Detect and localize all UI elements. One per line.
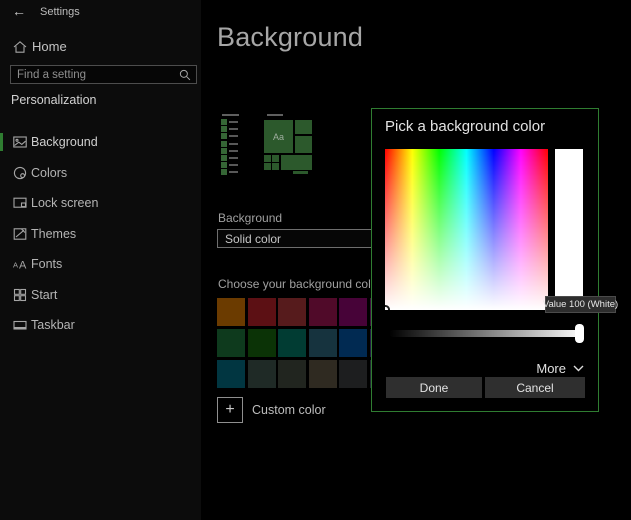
- preview-tile: [264, 155, 271, 162]
- selected-accent-bar: [0, 133, 3, 151]
- choose-color-label: Choose your background color: [218, 277, 382, 291]
- home-icon: [12, 39, 28, 55]
- spectrum-selection-ring[interactable]: [385, 305, 390, 310]
- window-title: Settings: [40, 6, 80, 18]
- page-title: Background: [217, 22, 364, 52]
- color-swatch[interactable]: [339, 298, 367, 326]
- sidebar-item-label: Themes: [31, 226, 77, 241]
- sidebar-item-colors[interactable]: Colors: [0, 159, 201, 187]
- preview-tile-aa: Aa: [264, 120, 293, 153]
- more-label: More: [536, 360, 566, 376]
- sidebar-item-label: Background: [31, 135, 98, 149]
- color-swatch[interactable]: [247, 298, 276, 326]
- sidebar-item-background[interactable]: Background: [0, 128, 201, 156]
- color-swatch[interactable]: [278, 329, 306, 357]
- background-section-label: Background: [218, 211, 283, 225]
- preview-header-line: [222, 114, 239, 116]
- preview-tile: [264, 163, 271, 170]
- preview-app-list-row: [221, 154, 238, 161]
- search-input[interactable]: [17, 66, 172, 83]
- preview-app-list-row: [221, 169, 238, 176]
- sidebar-item-lock-screen[interactable]: Lock screen: [0, 189, 201, 217]
- preview-tile: [293, 171, 308, 174]
- done-button[interactable]: Done: [386, 377, 482, 398]
- section-header: Personalization: [11, 93, 97, 107]
- color-swatch[interactable]: [217, 298, 245, 326]
- color-spectrum[interactable]: [385, 149, 548, 310]
- preview-app-list-row: [221, 140, 238, 147]
- sidebar-item-label: Taskbar: [31, 318, 75, 332]
- color-swatch[interactable]: [278, 360, 306, 388]
- value-preview-strip[interactable]: [555, 149, 583, 310]
- themes-icon: [12, 226, 28, 242]
- sidebar-item-label: Lock screen: [31, 196, 99, 210]
- back-arrow-icon: ←: [12, 3, 26, 19]
- color-swatch[interactable]: [278, 298, 306, 326]
- preview-tile: [281, 155, 312, 170]
- sidebar-item-label: Home: [32, 39, 67, 54]
- start-menu-preview: Aa: [264, 120, 312, 175]
- custom-color-label: Custom color: [252, 403, 326, 417]
- color-swatch[interactable]: [308, 329, 337, 357]
- preview-header-line: [267, 114, 283, 116]
- sidebar-item-label: Fonts: [31, 257, 63, 271]
- preview-app-list-row: [221, 133, 238, 140]
- value-slider-thumb[interactable]: [575, 324, 584, 343]
- sidebar-item-start[interactable]: Start: [0, 281, 201, 309]
- color-swatch[interactable]: [339, 329, 367, 357]
- color-swatch[interactable]: [339, 360, 367, 388]
- plus-icon: +: [225, 401, 235, 418]
- svg-text:A: A: [19, 260, 27, 272]
- preview-app-list-row: [221, 162, 238, 169]
- taskbar-icon: [12, 317, 28, 333]
- start-grid-icon: [12, 287, 28, 303]
- sidebar-item-label: Start: [31, 287, 58, 302]
- search-icon[interactable]: [178, 68, 192, 82]
- sidebar-item-label: Colors: [31, 165, 68, 180]
- more-button[interactable]: More: [536, 360, 584, 376]
- preview-app-list-row: [221, 147, 238, 154]
- sidebar-item-taskbar[interactable]: Taskbar: [0, 311, 201, 339]
- color-swatch[interactable]: [247, 360, 276, 388]
- chevron-down-icon: [573, 365, 584, 371]
- sidebar-nav: Background Colors Lock screen Themes A A…: [0, 128, 201, 342]
- color-swatch[interactable]: [217, 329, 245, 357]
- sidebar-item-themes[interactable]: Themes: [0, 220, 201, 248]
- fonts-icon: AA: [12, 256, 28, 272]
- svg-text:A: A: [13, 261, 18, 270]
- color-swatch[interactable]: [217, 360, 245, 388]
- preview-tile-aa-label: Aa: [272, 131, 284, 142]
- settings-window: ← Settings Home Personalization Backgrou…: [0, 0, 631, 520]
- preview-tile: [295, 120, 312, 134]
- color-picker-dialog: Pick a background color Value 100 (White…: [371, 108, 618, 412]
- color-swatch[interactable]: [308, 298, 337, 326]
- search-box: [10, 65, 197, 84]
- preview-app-list-row: [221, 119, 238, 125]
- custom-color-button[interactable]: +: [217, 397, 243, 423]
- value-tooltip: Value 100 (White): [543, 296, 618, 313]
- preview-tile: [272, 163, 279, 170]
- sidebar-item-home[interactable]: Home: [0, 36, 201, 58]
- sidebar: ← Settings Home Personalization Backgrou…: [0, 0, 201, 520]
- color-swatch[interactable]: [308, 360, 337, 388]
- value-slider[interactable]: [389, 324, 584, 343]
- preview-app-list-row: [221, 126, 238, 133]
- preview-app-list: [221, 119, 238, 177]
- back-button[interactable]: ←: [10, 2, 28, 20]
- lock-screen-icon: [12, 195, 28, 211]
- color-swatch[interactable]: [247, 329, 276, 357]
- cancel-button[interactable]: Cancel: [485, 377, 585, 398]
- dialog-title: Pick a background color: [385, 118, 546, 135]
- background-icon: [12, 134, 28, 150]
- dropdown-selected-value: Solid color: [225, 232, 282, 246]
- palette-icon: [12, 165, 28, 181]
- preview-tile: [295, 136, 312, 153]
- sidebar-item-fonts[interactable]: AA Fonts: [0, 250, 201, 278]
- preview-tile: [272, 155, 279, 162]
